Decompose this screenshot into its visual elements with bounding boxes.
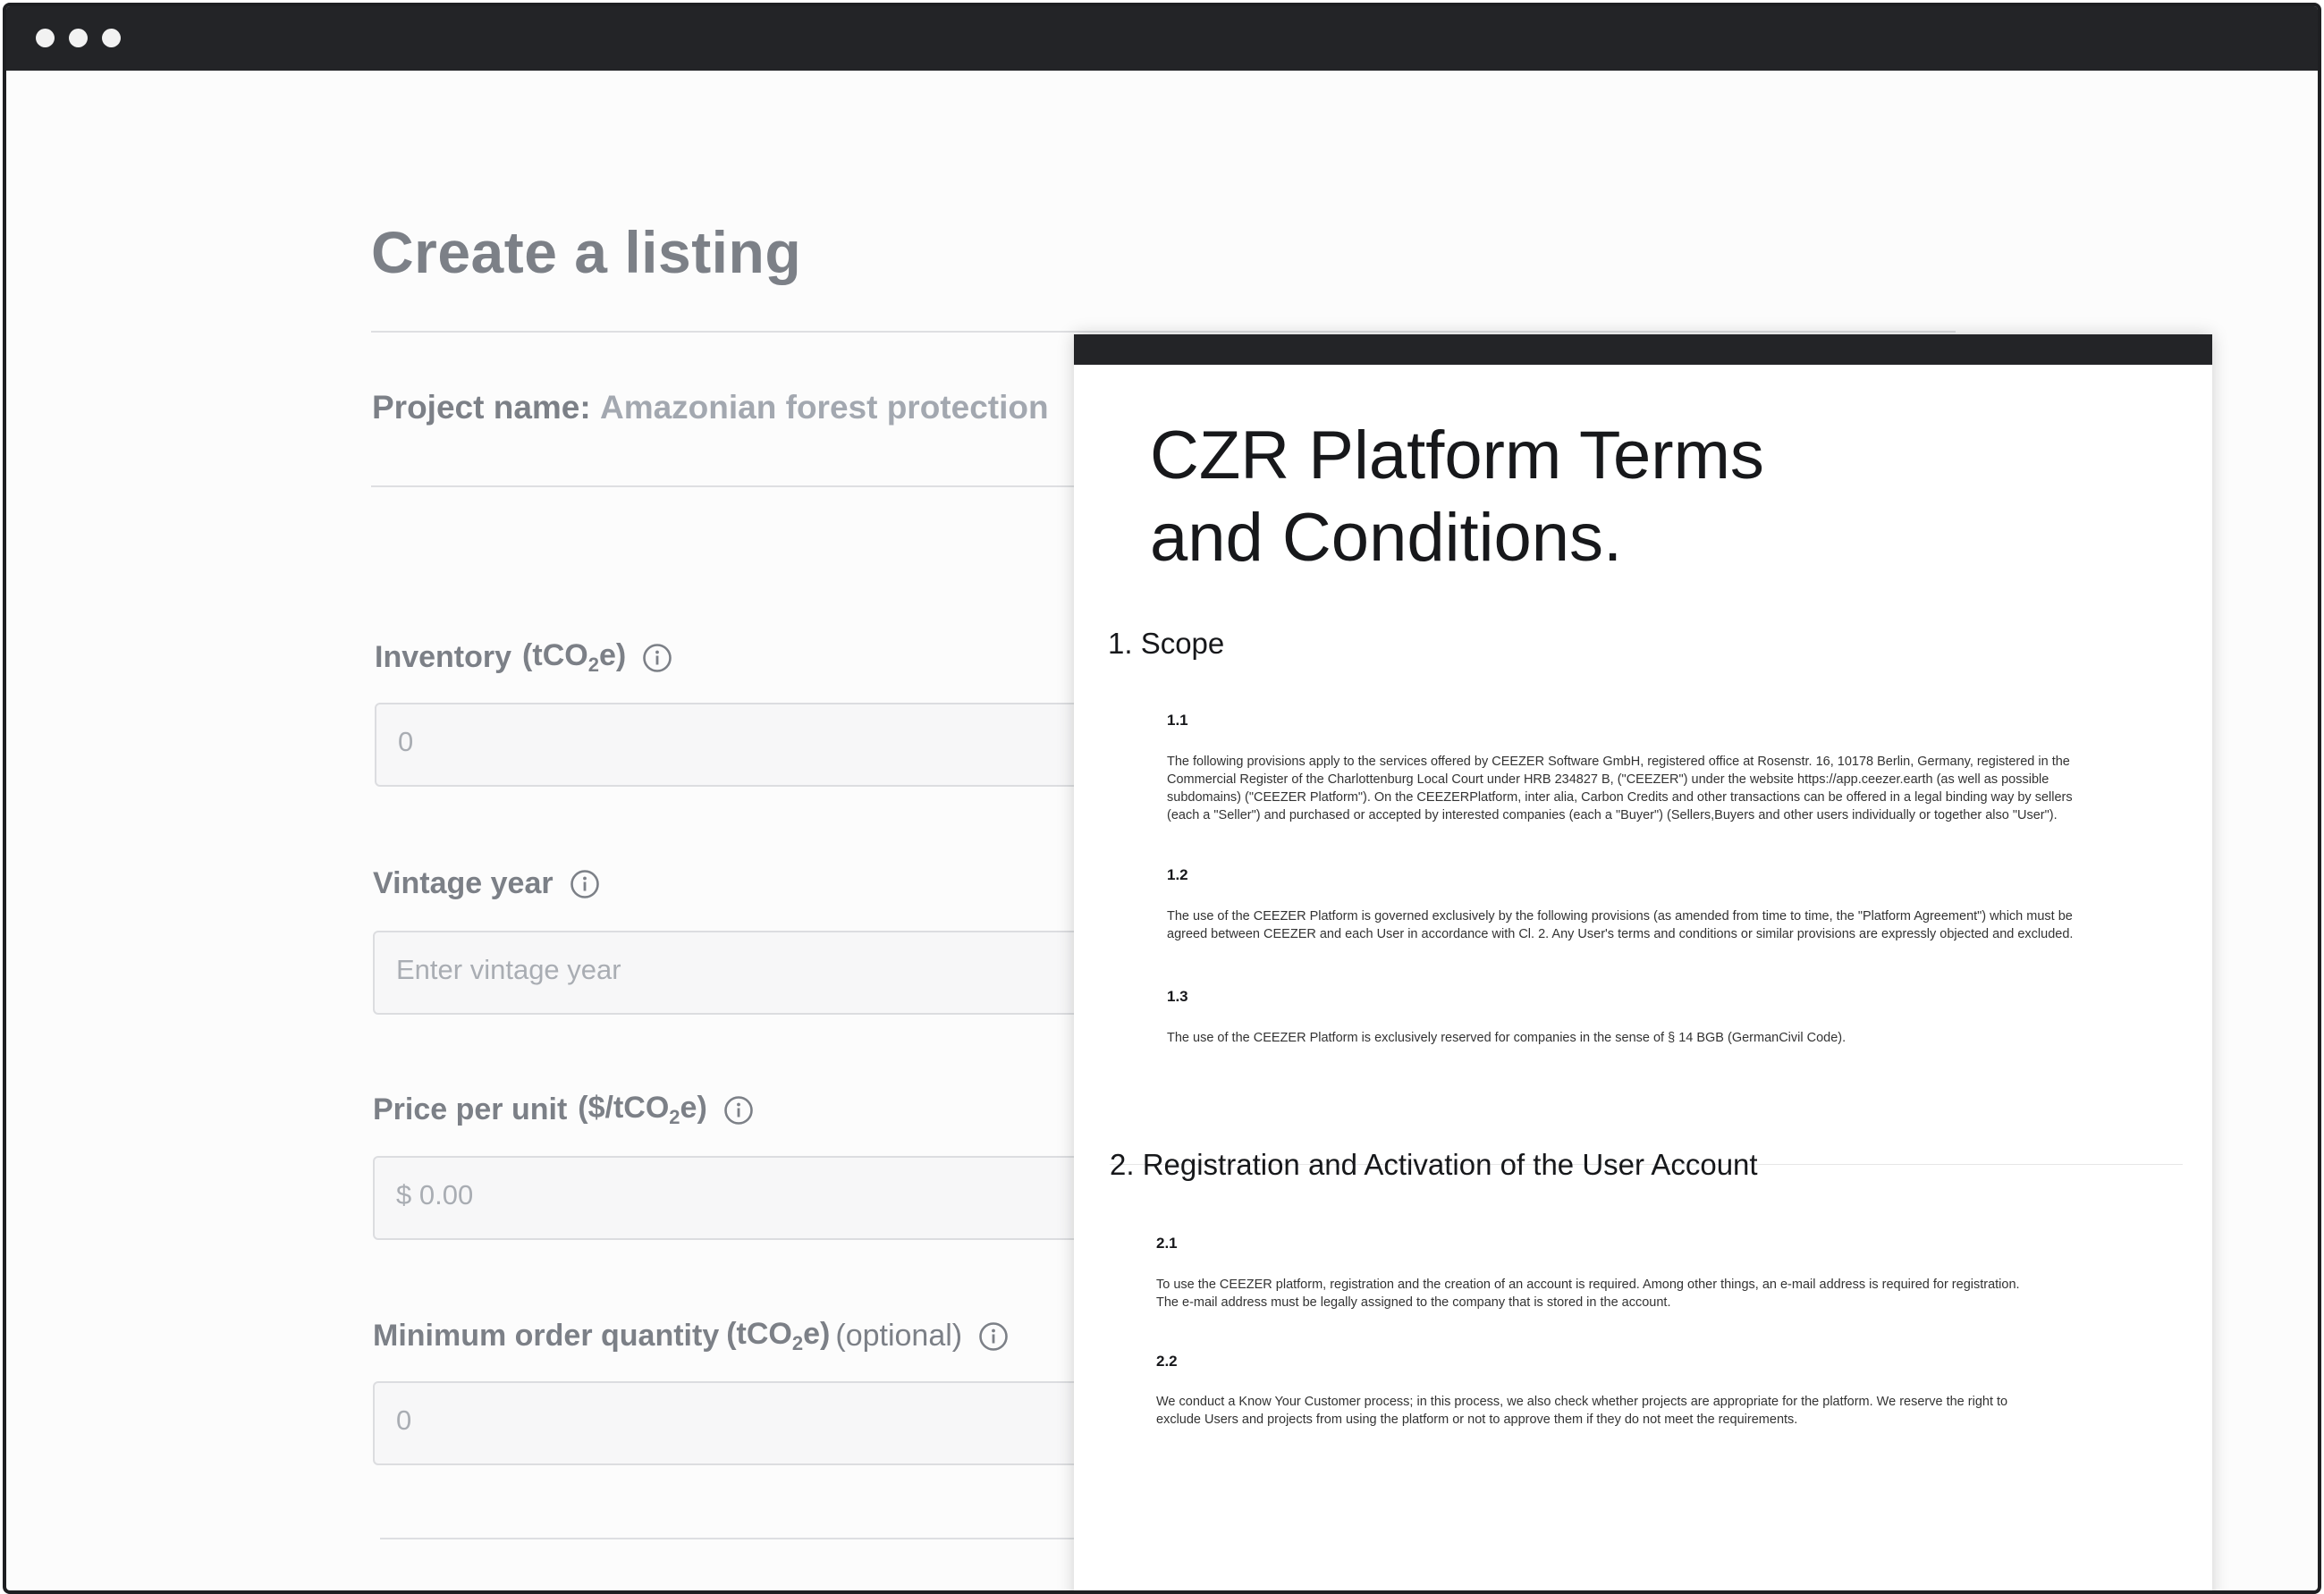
project-name-value: Amazonian forest protection	[599, 389, 1049, 426]
page-title: Create a listing	[371, 219, 802, 285]
inventory-placeholder: 0	[398, 726, 414, 757]
info-icon[interactable]	[570, 869, 600, 899]
terms-subsection-number: 2.2	[1156, 1353, 1178, 1370]
min-order-label: Minimum order quantity (tCO2e) (optional…	[373, 1317, 1009, 1355]
info-icon[interactable]	[642, 643, 672, 673]
inventory-label: Inventory (tCO2e)	[375, 638, 672, 677]
terms-panel[interactable]: CZR Platform Terms and Conditions. 1. Sc…	[1074, 334, 2212, 1590]
min-order-unit: (tCO2e)	[726, 1317, 831, 1354]
terms-subsection-number: 1.1	[1167, 712, 1188, 729]
project-name-line: Project name: Amazonian forest protectio…	[372, 389, 1049, 426]
terms-paragraph: We conduct a Know Your Customer process;…	[1156, 1395, 2008, 1427]
price-per-unit-placeholder: $ 0.00	[396, 1179, 474, 1210]
terms-subsection-number: 1.3	[1167, 988, 1188, 1005]
window-dot-close[interactable]	[36, 29, 55, 47]
terms-subsection-number: 1.2	[1167, 866, 1188, 883]
title-divider	[371, 331, 1956, 333]
vintage-year-label: Vintage year	[373, 866, 600, 901]
window-titlebar	[6, 6, 2318, 71]
terms-paragraph: The use of the CEEZER Platform is exclus…	[1167, 1031, 1847, 1045]
terms-paragraph: The use of the CEEZER Platform is govern…	[1167, 909, 2074, 941]
terms-title: CZR Platform Terms and Conditions.	[1150, 417, 1764, 576]
inventory-input[interactable]: 0	[375, 703, 1179, 787]
vintage-year-input[interactable]: Enter vintage year	[373, 931, 1178, 1015]
price-per-unit-unit: ($/tCO2e)	[578, 1091, 707, 1128]
min-order-placeholder: 0	[396, 1404, 412, 1436]
form-bottom-divider	[380, 1538, 1095, 1539]
price-per-unit-label: Price per unit ($/tCO2e)	[373, 1091, 754, 1129]
terms-paragraph: The following provisions apply to the se…	[1167, 755, 2073, 822]
window-dot-maximize[interactable]	[102, 29, 121, 47]
window-dot-minimize[interactable]	[69, 29, 88, 47]
browser-window: Create a listing Project name: Amazonian…	[3, 3, 2321, 1594]
vintage-year-placeholder: Enter vintage year	[396, 954, 621, 985]
info-icon[interactable]	[978, 1321, 1009, 1352]
min-order-input[interactable]: 0	[373, 1381, 1178, 1465]
terms-paragraph: To use the CEEZER platform, registration…	[1156, 1278, 2020, 1310]
info-icon[interactable]	[723, 1095, 754, 1126]
price-per-unit-input[interactable]: $ 0.00	[373, 1156, 1178, 1240]
min-order-optional: (optional)	[835, 1319, 963, 1353]
terms-subsection-number: 2.1	[1156, 1235, 1178, 1252]
terms-panel-header	[1074, 334, 2212, 365]
project-name-label: Project name:	[372, 389, 591, 426]
project-divider	[371, 485, 1086, 487]
inventory-unit: (tCO2e)	[522, 638, 627, 676]
terms-section-heading: 2. Registration and Activation of the Us…	[1110, 1148, 1758, 1181]
terms-section-heading: 1. Scope	[1108, 627, 1225, 660]
